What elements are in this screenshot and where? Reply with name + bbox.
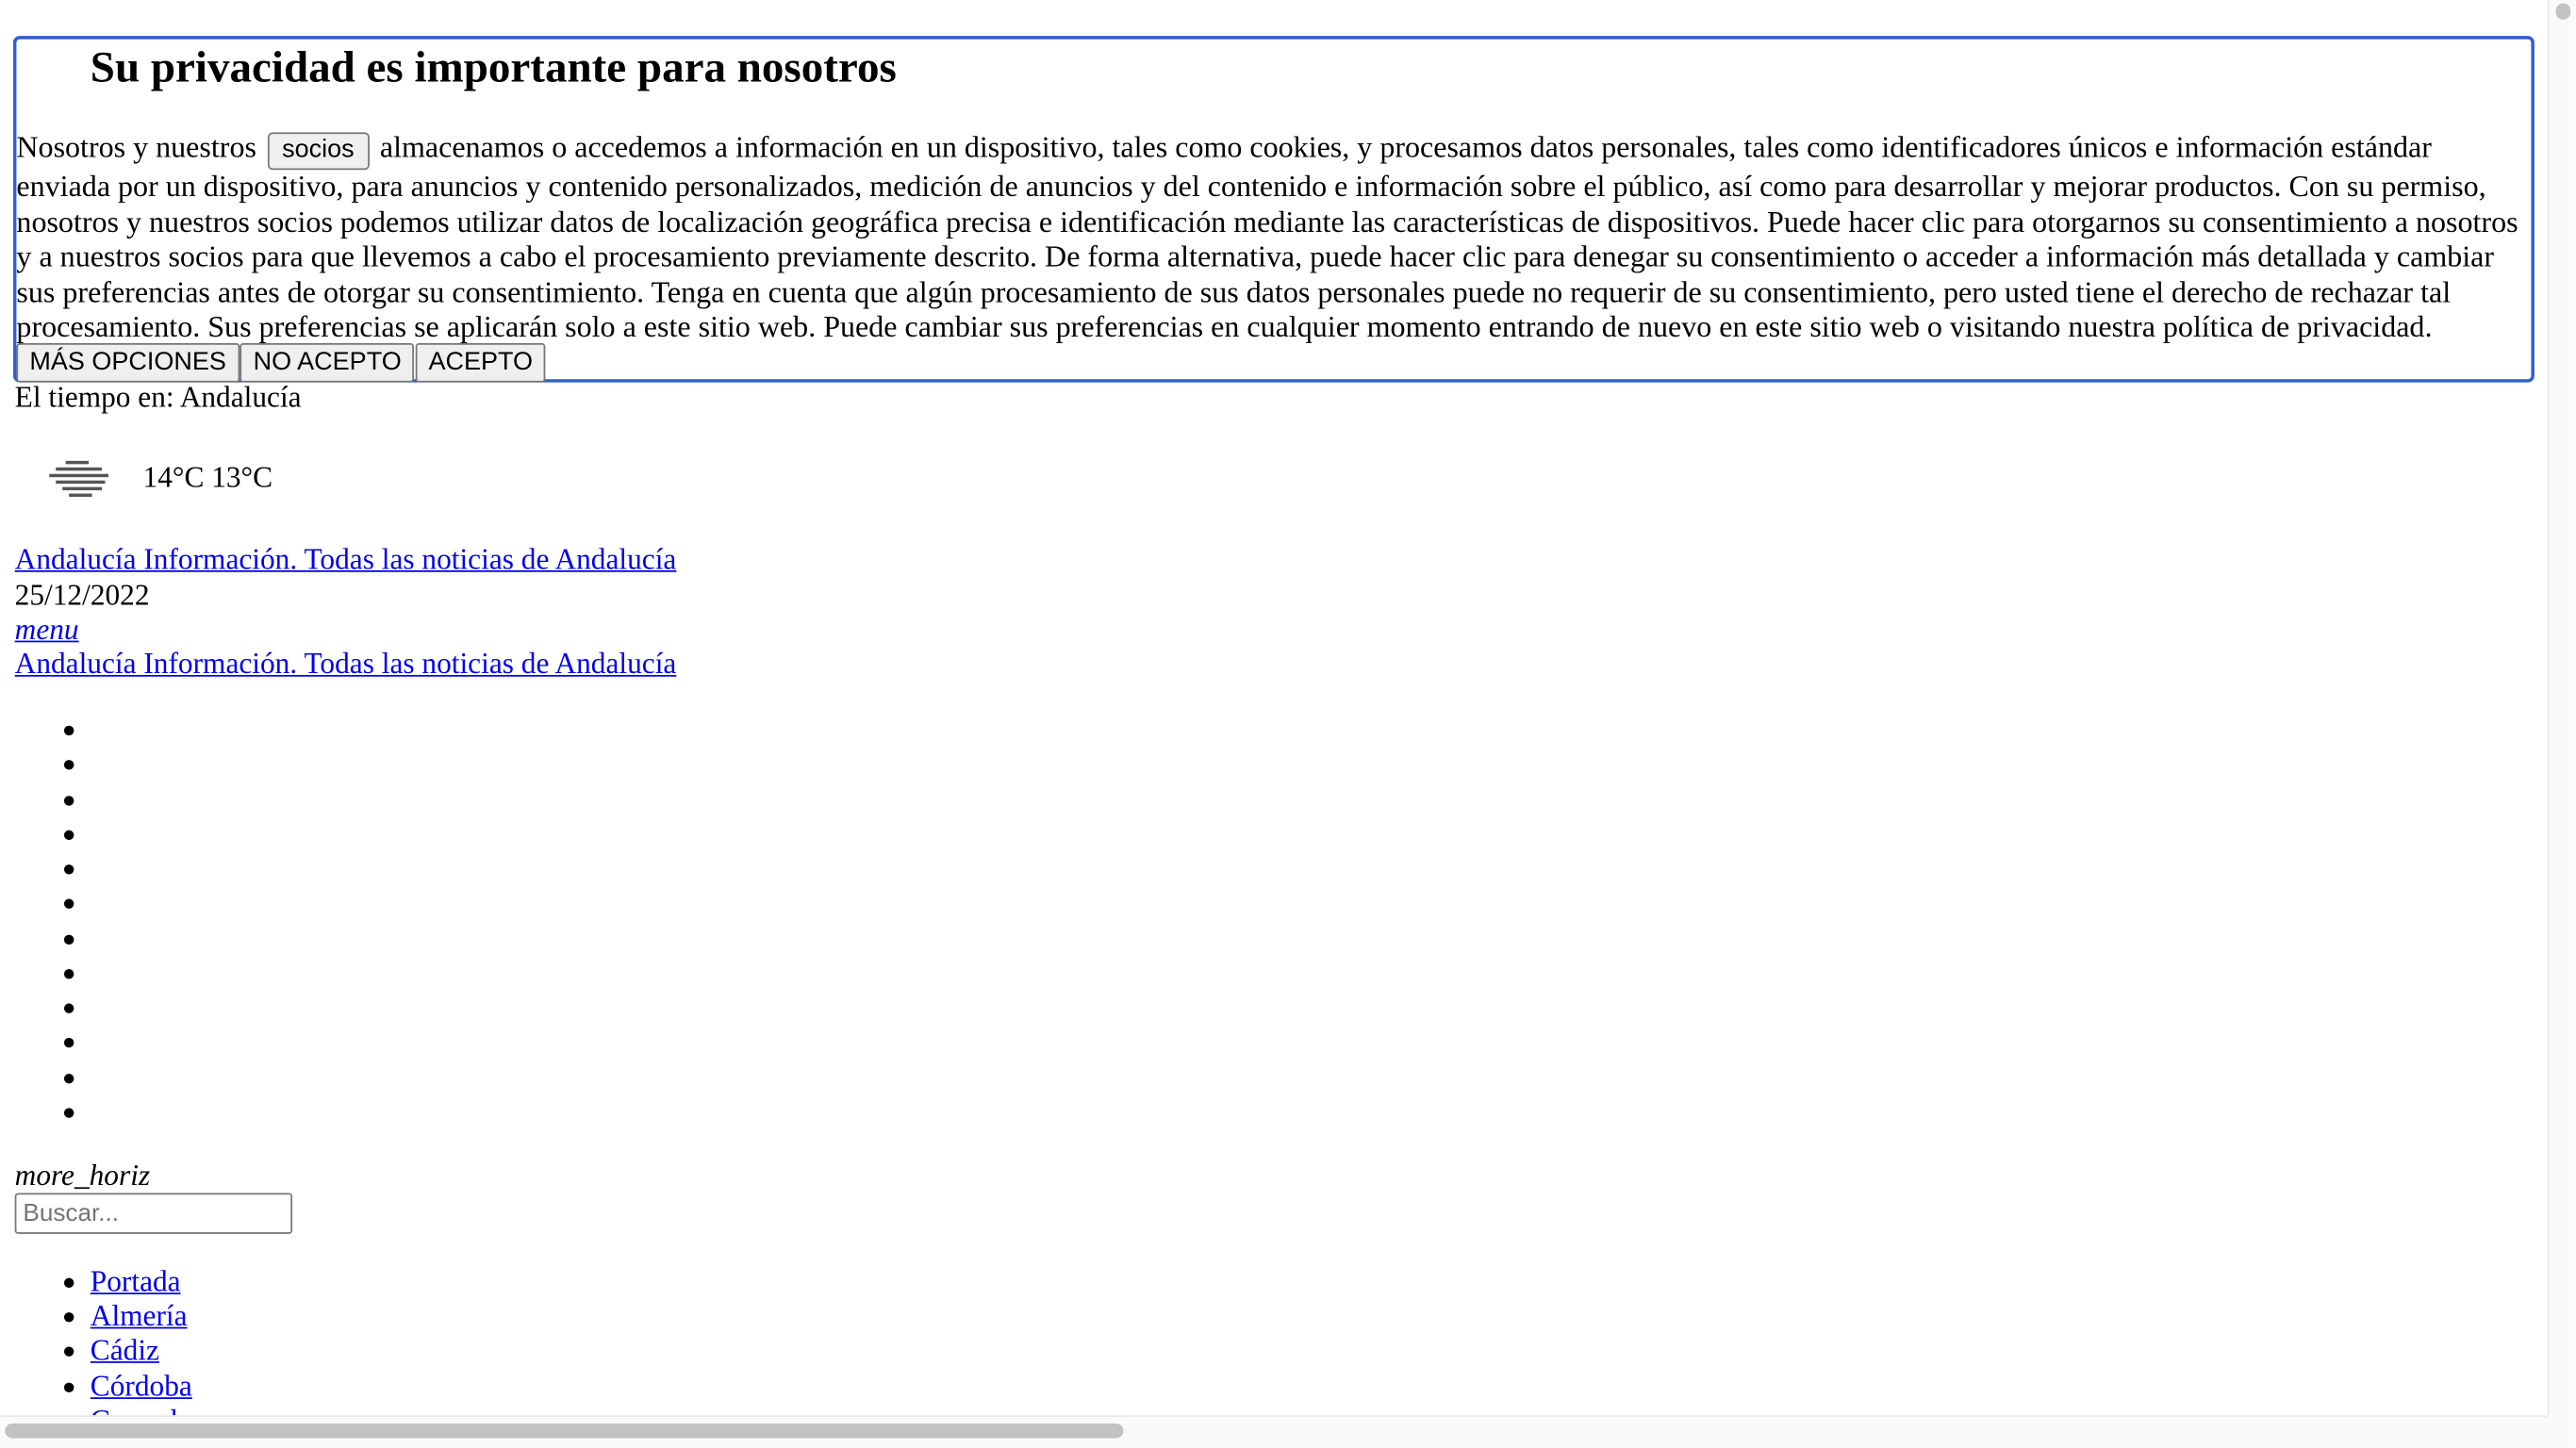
partners-button[interactable]: socios: [267, 132, 370, 171]
site-home-link-secondary[interactable]: Andalucía Información. Todas las noticia…: [15, 648, 677, 683]
header-date: 25/12/2022: [14, 578, 150, 612]
consent-text-before: Nosotros y nuestros: [16, 130, 256, 164]
weather-label: El tiempo en: Andalucía: [14, 380, 302, 414]
nav-link-portada[interactable]: Portada: [91, 1265, 181, 1298]
region-nav: Portada Almería Cádiz Córdoba Granada: [0, 1265, 192, 1415]
vertical-scrollbar-thumb[interactable]: [2555, 3, 2571, 20]
menu-link[interactable]: menu: [15, 613, 79, 648]
nav-link-cadiz[interactable]: Cádiz: [91, 1334, 159, 1367]
horizontal-scrollbar[interactable]: [0, 1415, 2548, 1448]
accept-button[interactable]: ACEPTO: [415, 343, 546, 383]
scrollbar-corner: [2547, 1415, 2576, 1448]
browser-viewport: Su privacidad es importante para nosotro…: [0, 0, 2576, 1448]
page-content: Su privacidad es importante para nosotro…: [0, 0, 2548, 1415]
nav-link-almeria[interactable]: Almería: [91, 1300, 188, 1333]
fog-icon: [49, 460, 111, 501]
nav-item-cordoba: Córdoba: [0, 1369, 192, 1404]
site-home-link[interactable]: Andalucía Información. Todas las noticia…: [15, 543, 677, 578]
header-date-row: 25/12/2022: [15, 579, 150, 614]
more-options-button[interactable]: MÁS OPCIONES: [16, 343, 239, 383]
horizontal-scrollbar-thumb[interactable]: [5, 1423, 1124, 1439]
nav-item-almeria: Almería: [0, 1300, 192, 1335]
consent-text: Nosotros y nuestros socios almacenamos o…: [16, 131, 2529, 346]
nav-item-portada: Portada: [0, 1265, 192, 1300]
consent-title: Su privacidad es importante para nosotro…: [90, 42, 897, 92]
reject-button[interactable]: NO ACEPTO: [239, 343, 415, 383]
nav-link-granada[interactable]: Granada: [91, 1404, 190, 1416]
consent-button-row: MÁS OPCIONES NO ACEPTO ACEPTO: [16, 343, 546, 383]
privacy-consent-dialog: Su privacidad es importante para nosotro…: [12, 36, 2535, 383]
search-input[interactable]: [14, 1193, 293, 1234]
vertical-scrollbar[interactable]: [2547, 0, 2576, 1416]
nav-item-granada: Granada: [0, 1404, 192, 1416]
nav-link-cordoba[interactable]: Córdoba: [91, 1369, 192, 1402]
consent-text-after: almacenamos o accedemos a información en…: [16, 130, 2518, 344]
nav-item-cadiz: Cádiz: [0, 1334, 192, 1369]
more-horiz-icon[interactable]: more_horiz: [15, 1159, 150, 1193]
weather-temperatures: 14°C 13°C: [142, 460, 273, 494]
